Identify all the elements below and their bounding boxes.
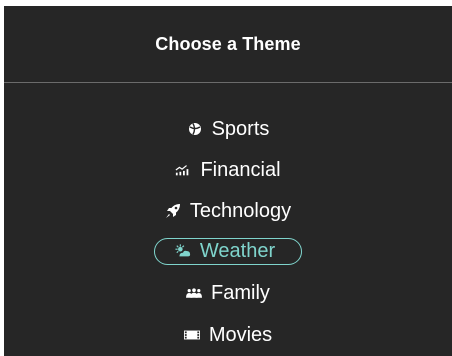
theme-item-label: Sports bbox=[211, 117, 270, 140]
chart-icon bbox=[175, 162, 191, 178]
film-icon bbox=[183, 327, 200, 343]
rocket-icon bbox=[165, 203, 181, 219]
theme-item-technology[interactable]: Technology bbox=[4, 196, 452, 226]
theme-item-family[interactable]: Family bbox=[4, 278, 452, 308]
theme-item-label: Movies bbox=[208, 323, 273, 346]
header: Choose a Theme bbox=[4, 6, 452, 83]
theme-item-movies[interactable]: Movies bbox=[4, 320, 452, 350]
theme-item-label: Financial bbox=[200, 158, 281, 181]
selected-highlight: Weather bbox=[153, 237, 303, 265]
theme-item-weather[interactable]: Weather bbox=[4, 236, 452, 266]
theme-item-label: Weather bbox=[199, 239, 276, 262]
theme-item-financial[interactable]: Financial bbox=[4, 155, 452, 185]
page-title: Choose a Theme bbox=[155, 33, 301, 54]
theme-item-label: Technology bbox=[189, 199, 292, 222]
theme-chooser-panel: Choose a Theme Sports Financial Technolo… bbox=[4, 6, 452, 356]
people-icon bbox=[186, 285, 203, 301]
theme-item-sports[interactable]: Sports bbox=[4, 114, 452, 144]
theme-item-label: Family bbox=[211, 281, 270, 304]
sun-cloud-icon bbox=[175, 243, 191, 259]
ball-icon bbox=[187, 121, 203, 137]
